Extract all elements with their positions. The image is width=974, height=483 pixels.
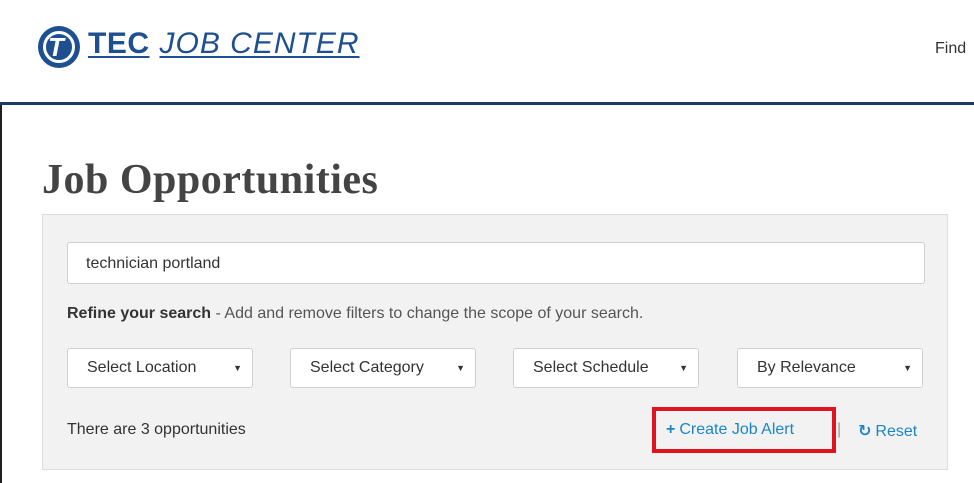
refine-hint: Refine your search - Add and remove filt… bbox=[67, 305, 643, 323]
chevron-down-icon: ▼ bbox=[679, 363, 688, 373]
nav-find-link[interactable]: Find bbox=[935, 40, 966, 58]
location-select-label: Select Location bbox=[87, 359, 197, 376]
page-title: Job Opportunities bbox=[42, 157, 379, 203]
logo-job-center-text: JOB CENTER bbox=[159, 27, 360, 60]
plus-icon: + bbox=[666, 421, 676, 438]
schedule-select[interactable]: Select Schedule ▼ bbox=[513, 348, 699, 388]
refine-label: Refine your search bbox=[67, 305, 212, 322]
refine-text: - Add and remove filters to change the s… bbox=[211, 305, 644, 322]
schedule-select-label: Select Schedule bbox=[533, 359, 649, 376]
sort-select[interactable]: By Relevance ▼ bbox=[737, 348, 923, 388]
tec-job-center-logo[interactable]: T TEC JOB CENTER bbox=[38, 26, 360, 76]
link-separator: | bbox=[837, 421, 842, 438]
chevron-down-icon: ▼ bbox=[903, 363, 912, 373]
location-select[interactable]: Select Location ▼ bbox=[67, 348, 253, 388]
search-input[interactable]: technician portland bbox=[67, 242, 925, 284]
refresh-icon: ↻ bbox=[858, 423, 872, 440]
create-job-alert-button[interactable]: + Create Job Alert bbox=[666, 421, 794, 439]
chevron-down-icon: ▼ bbox=[456, 363, 465, 373]
chevron-down-icon: ▼ bbox=[233, 363, 242, 373]
site-header: T TEC JOB CENTER Find bbox=[0, 0, 974, 105]
category-select[interactable]: Select Category ▼ bbox=[290, 348, 476, 388]
logo-tec-text: TEC bbox=[88, 27, 150, 60]
create-job-alert-label: Create Job Alert bbox=[679, 421, 795, 438]
results-count: There are 3 opportunities bbox=[67, 421, 246, 438]
tec-logo-icon: T bbox=[38, 26, 80, 68]
sort-select-label: By Relevance bbox=[757, 359, 856, 376]
search-panel: technician portland Refine your search -… bbox=[42, 214, 948, 470]
reset-button[interactable]: ↻ Reset bbox=[858, 421, 917, 441]
reset-label: Reset bbox=[875, 423, 918, 440]
category-select-label: Select Category bbox=[310, 359, 424, 376]
